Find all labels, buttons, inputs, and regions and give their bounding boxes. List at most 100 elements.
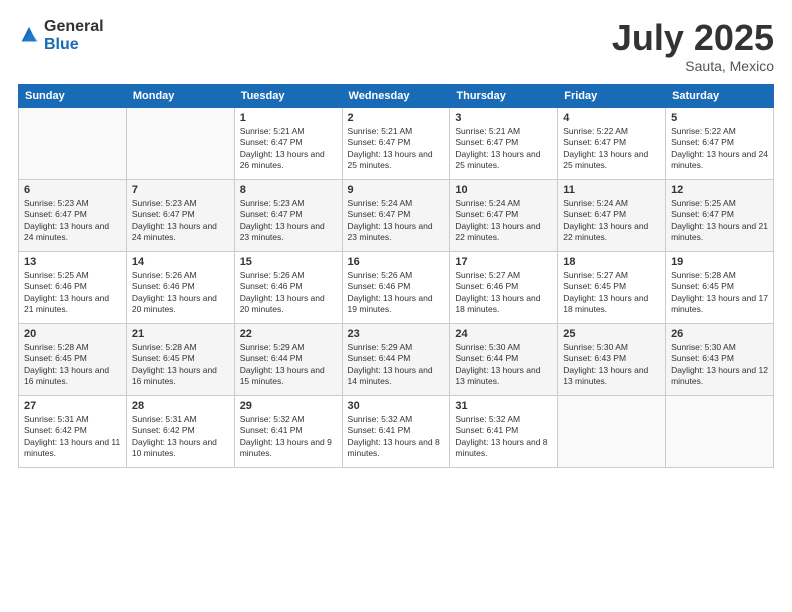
- day-cell-4-1: 20 Sunrise: 5:28 AM Sunset: 6:45 PM Dayli…: [19, 323, 127, 395]
- day-info: Sunrise: 5:32 AM Sunset: 6:41 PM Dayligh…: [240, 414, 337, 460]
- header-friday: Friday: [558, 84, 666, 107]
- calendar-table: Sunday Monday Tuesday Wednesday Thursday…: [18, 84, 774, 468]
- day-info: Sunrise: 5:30 AM Sunset: 6:44 PM Dayligh…: [455, 342, 552, 388]
- header-monday: Monday: [126, 84, 234, 107]
- day-info: Sunrise: 5:24 AM Sunset: 6:47 PM Dayligh…: [348, 198, 445, 244]
- day-info: Sunrise: 5:29 AM Sunset: 6:44 PM Dayligh…: [348, 342, 445, 388]
- day-number: 24: [455, 328, 552, 340]
- day-info: Sunrise: 5:22 AM Sunset: 6:47 PM Dayligh…: [671, 126, 768, 172]
- header-tuesday: Tuesday: [234, 84, 342, 107]
- weekday-header-row: Sunday Monday Tuesday Wednesday Thursday…: [19, 84, 774, 107]
- day-number: 10: [455, 184, 552, 196]
- day-number: 3: [455, 112, 552, 124]
- day-cell-1-4: 2 Sunrise: 5:21 AM Sunset: 6:47 PM Daylig…: [342, 107, 450, 179]
- day-cell-4-3: 22 Sunrise: 5:29 AM Sunset: 6:44 PM Dayli…: [234, 323, 342, 395]
- day-number: 12: [671, 184, 768, 196]
- day-cell-2-2: 7 Sunrise: 5:23 AM Sunset: 6:47 PM Daylig…: [126, 179, 234, 251]
- day-cell-1-1: [19, 107, 127, 179]
- day-info: Sunrise: 5:30 AM Sunset: 6:43 PM Dayligh…: [671, 342, 768, 388]
- day-info: Sunrise: 5:28 AM Sunset: 6:45 PM Dayligh…: [24, 342, 121, 388]
- day-info: Sunrise: 5:27 AM Sunset: 6:46 PM Dayligh…: [455, 270, 552, 316]
- title-month-year: July 2025: [612, 18, 774, 58]
- day-number: 6: [24, 184, 121, 196]
- title-block: July 2025 Sauta, Mexico: [612, 18, 774, 74]
- day-cell-1-3: 1Sunrise: 5:21 AM Sunset: 6:47 PM Daylig…: [234, 107, 342, 179]
- day-info: Sunrise: 5:23 AM Sunset: 6:47 PM Dayligh…: [240, 198, 337, 244]
- day-info: Sunrise: 5:26 AM Sunset: 6:46 PM Dayligh…: [240, 270, 337, 316]
- day-info: Sunrise: 5:24 AM Sunset: 6:47 PM Dayligh…: [455, 198, 552, 244]
- week-row-3: 13 Sunrise: 5:25 AM Sunset: 6:46 PM Dayli…: [19, 251, 774, 323]
- day-info: Sunrise: 5:23 AM Sunset: 6:47 PM Dayligh…: [132, 198, 229, 244]
- day-cell-2-6: 11 Sunrise: 5:24 AM Sunset: 6:47 PM Dayli…: [558, 179, 666, 251]
- day-info: Sunrise: 5:25 AM Sunset: 6:46 PM Dayligh…: [24, 270, 121, 316]
- day-number: 27: [24, 400, 121, 412]
- day-info: Sunrise: 5:32 AM Sunset: 6:41 PM Dayligh…: [455, 414, 552, 460]
- day-number: 14: [132, 256, 229, 268]
- week-row-4: 20 Sunrise: 5:28 AM Sunset: 6:45 PM Dayli…: [19, 323, 774, 395]
- day-info: Sunrise: 5:31 AM Sunset: 6:42 PM Dayligh…: [24, 414, 121, 460]
- day-info: Sunrise: 5:30 AM Sunset: 6:43 PM Dayligh…: [563, 342, 660, 388]
- header-saturday: Saturday: [666, 84, 774, 107]
- day-info: Sunrise: 5:28 AM Sunset: 6:45 PM Dayligh…: [132, 342, 229, 388]
- day-number: 29: [240, 400, 337, 412]
- header-wednesday: Wednesday: [342, 84, 450, 107]
- day-number: 7: [132, 184, 229, 196]
- day-cell-5-4: 30Sunrise: 5:32 AM Sunset: 6:41 PM Dayli…: [342, 395, 450, 467]
- day-number: 28: [132, 400, 229, 412]
- day-number: 23: [348, 328, 445, 340]
- day-info: Sunrise: 5:31 AM Sunset: 6:42 PM Dayligh…: [132, 414, 229, 460]
- day-cell-3-6: 18 Sunrise: 5:27 AM Sunset: 6:45 PM Dayli…: [558, 251, 666, 323]
- day-number: 26: [671, 328, 768, 340]
- day-number: 1: [240, 112, 337, 124]
- day-cell-5-3: 29 Sunrise: 5:32 AM Sunset: 6:41 PM Dayli…: [234, 395, 342, 467]
- day-cell-5-5: 31 Sunrise: 5:32 AM Sunset: 6:41 PM Dayli…: [450, 395, 558, 467]
- day-number: 31: [455, 400, 552, 412]
- day-number: 2: [348, 112, 445, 124]
- day-cell-1-5: 3Sunrise: 5:21 AM Sunset: 6:47 PM Daylig…: [450, 107, 558, 179]
- day-cell-4-4: 23 Sunrise: 5:29 AM Sunset: 6:44 PM Dayli…: [342, 323, 450, 395]
- header-sunday: Sunday: [19, 84, 127, 107]
- day-cell-4-2: 21Sunrise: 5:28 AM Sunset: 6:45 PM Dayli…: [126, 323, 234, 395]
- day-cell-5-1: 27 Sunrise: 5:31 AM Sunset: 6:42 PM Dayli…: [19, 395, 127, 467]
- day-info: Sunrise: 5:27 AM Sunset: 6:45 PM Dayligh…: [563, 270, 660, 316]
- day-cell-1-2: [126, 107, 234, 179]
- day-info: Sunrise: 5:24 AM Sunset: 6:47 PM Dayligh…: [563, 198, 660, 244]
- day-info: Sunrise: 5:22 AM Sunset: 6:47 PM Dayligh…: [563, 126, 660, 172]
- day-number: 13: [24, 256, 121, 268]
- logo: General Blue: [18, 18, 104, 54]
- day-number: 20: [24, 328, 121, 340]
- day-info: Sunrise: 5:26 AM Sunset: 6:46 PM Dayligh…: [348, 270, 445, 316]
- day-cell-3-4: 16Sunrise: 5:26 AM Sunset: 6:46 PM Dayli…: [342, 251, 450, 323]
- day-number: 11: [563, 184, 660, 196]
- day-cell-5-6: [558, 395, 666, 467]
- header-thursday: Thursday: [450, 84, 558, 107]
- day-info: Sunrise: 5:28 AM Sunset: 6:45 PM Dayligh…: [671, 270, 768, 316]
- day-cell-5-2: 28 Sunrise: 5:31 AM Sunset: 6:42 PM Dayli…: [126, 395, 234, 467]
- week-row-5: 27 Sunrise: 5:31 AM Sunset: 6:42 PM Dayli…: [19, 395, 774, 467]
- week-row-1: 1 Sunrise: 5:21 AM Sunset: 6:47 PM Daylig…: [19, 107, 774, 179]
- day-number: 5: [671, 112, 768, 124]
- day-info: Sunrise: 5:26 AM Sunset: 6:46 PM Dayligh…: [132, 270, 229, 316]
- day-number: 19: [671, 256, 768, 268]
- day-info: Sunrise: 5:21 AM Sunset: 6:47 PM Dayligh…: [348, 126, 445, 172]
- week-row-2: 6 Sunrise: 5:23 AM Sunset: 6:47 PM Daylig…: [19, 179, 774, 251]
- day-info: Sunrise: 5:29 AM Sunset: 6:44 PM Dayligh…: [240, 342, 337, 388]
- day-cell-3-1: 13 Sunrise: 5:25 AM Sunset: 6:46 PM Dayli…: [19, 251, 127, 323]
- day-cell-4-5: 24 Sunrise: 5:30 AM Sunset: 6:44 PM Dayli…: [450, 323, 558, 395]
- day-cell-1-7: 5 Sunrise: 5:22 AM Sunset: 6:47 PM Daylig…: [666, 107, 774, 179]
- day-cell-3-7: 19 Sunrise: 5:28 AM Sunset: 6:45 PM Dayli…: [666, 251, 774, 323]
- day-info: Sunrise: 5:23 AM Sunset: 6:47 PM Dayligh…: [24, 198, 121, 244]
- day-number: 30: [348, 400, 445, 412]
- header: General Blue July 2025 Sauta, Mexico: [18, 18, 774, 74]
- logo-blue: Blue: [44, 36, 79, 53]
- day-number: 18: [563, 256, 660, 268]
- day-cell-2-4: 9Sunrise: 5:24 AM Sunset: 6:47 PM Daylig…: [342, 179, 450, 251]
- logo-general: General: [44, 18, 104, 35]
- day-cell-3-2: 14 Sunrise: 5:26 AM Sunset: 6:46 PM Dayli…: [126, 251, 234, 323]
- day-cell-2-1: 6 Sunrise: 5:23 AM Sunset: 6:47 PM Daylig…: [19, 179, 127, 251]
- day-info: Sunrise: 5:25 AM Sunset: 6:47 PM Dayligh…: [671, 198, 768, 244]
- day-cell-3-3: 15Sunrise: 5:26 AM Sunset: 6:46 PM Dayli…: [234, 251, 342, 323]
- day-cell-1-6: 4Sunrise: 5:22 AM Sunset: 6:47 PM Daylig…: [558, 107, 666, 179]
- day-number: 17: [455, 256, 552, 268]
- day-number: 22: [240, 328, 337, 340]
